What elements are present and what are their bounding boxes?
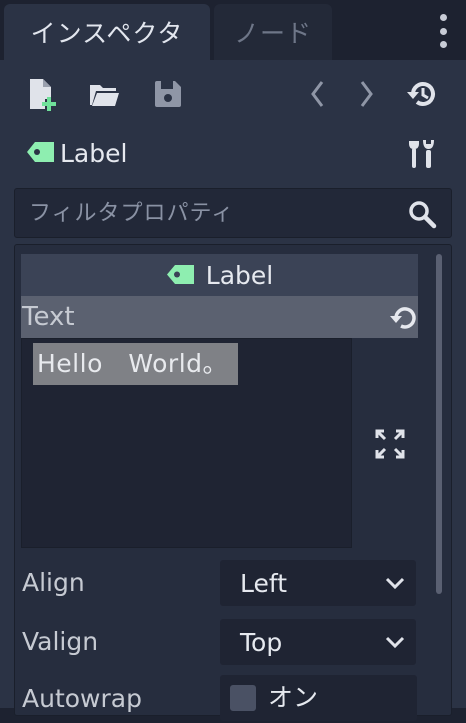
- filter-properties-input[interactable]: [15, 189, 395, 237]
- section-title: Label: [205, 260, 274, 290]
- valign-label: Valign: [22, 627, 99, 656]
- scrollbar-thumb[interactable]: [436, 254, 442, 594]
- history-forward-icon[interactable]: [348, 76, 384, 112]
- label-node-icon: [166, 263, 196, 287]
- label-node-icon: [26, 140, 56, 166]
- align-label: Align: [22, 568, 85, 597]
- autowrap-value: オン: [268, 683, 319, 712]
- text-property-label: Text: [22, 302, 75, 332]
- selected-node-name: Label: [60, 139, 128, 168]
- object-history-icon[interactable]: [404, 76, 440, 112]
- search-icon[interactable]: [407, 199, 437, 229]
- history-back-icon[interactable]: [300, 76, 336, 112]
- save-icon[interactable]: [150, 76, 186, 112]
- align-dropdown[interactable]: Left: [220, 560, 416, 606]
- new-script-icon[interactable]: [24, 76, 60, 112]
- filter-properties-field: [14, 188, 452, 238]
- valign-dropdown[interactable]: Top: [220, 619, 416, 665]
- section-header[interactable]: Label: [21, 254, 418, 296]
- valign-value: Top: [240, 627, 283, 657]
- tab-inspector[interactable]: インスペクタ: [4, 4, 210, 60]
- expand-editor-icon[interactable]: [374, 428, 406, 460]
- autowrap-label: Autowrap: [22, 684, 142, 713]
- align-value: Left: [240, 568, 288, 598]
- more-options-icon[interactable]: [436, 14, 450, 48]
- revert-icon[interactable]: [388, 304, 418, 332]
- autowrap-checkbox[interactable]: [230, 685, 256, 711]
- text-property-row: [21, 296, 418, 338]
- open-folder-icon[interactable]: [86, 76, 122, 112]
- tab-node[interactable]: ノード: [214, 4, 332, 60]
- chevron-down-icon: [385, 636, 405, 649]
- tools-icon[interactable]: [404, 136, 440, 172]
- chevron-down-icon: [385, 577, 405, 590]
- text-value[interactable]: Hello World。: [33, 343, 238, 385]
